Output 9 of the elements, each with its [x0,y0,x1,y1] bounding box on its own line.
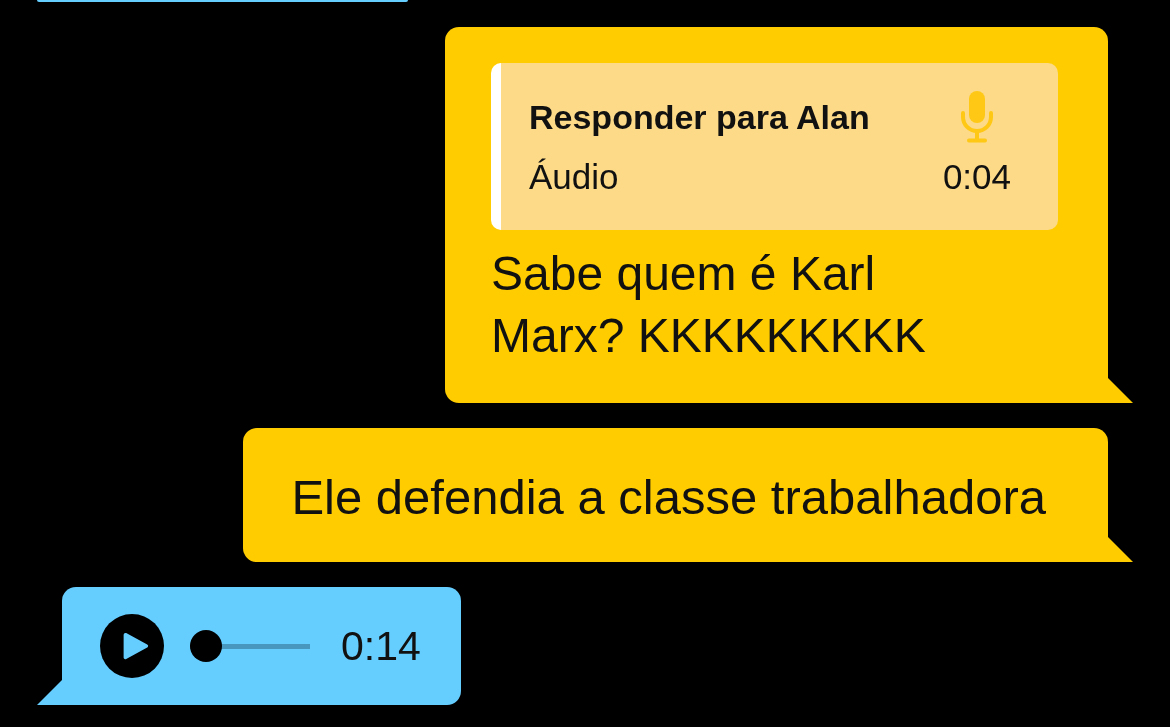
reply-duration: 0:04 [942,157,1011,197]
reply-media-label: Áudio [529,157,619,197]
slider-thumb[interactable] [190,630,222,662]
reply-title: Responder para Alan [529,97,870,137]
message-text: Sabe quem é Karl Marx? KKKKKKKKK [491,246,927,364]
audio-duration: 0:14 [341,622,421,670]
message-text: Ele defendia a classe trabalhadora [291,469,1046,526]
microphone-icon [959,91,994,143]
reply-quote[interactable]: Responder para Alan Áudio 0:04 [491,63,1058,230]
